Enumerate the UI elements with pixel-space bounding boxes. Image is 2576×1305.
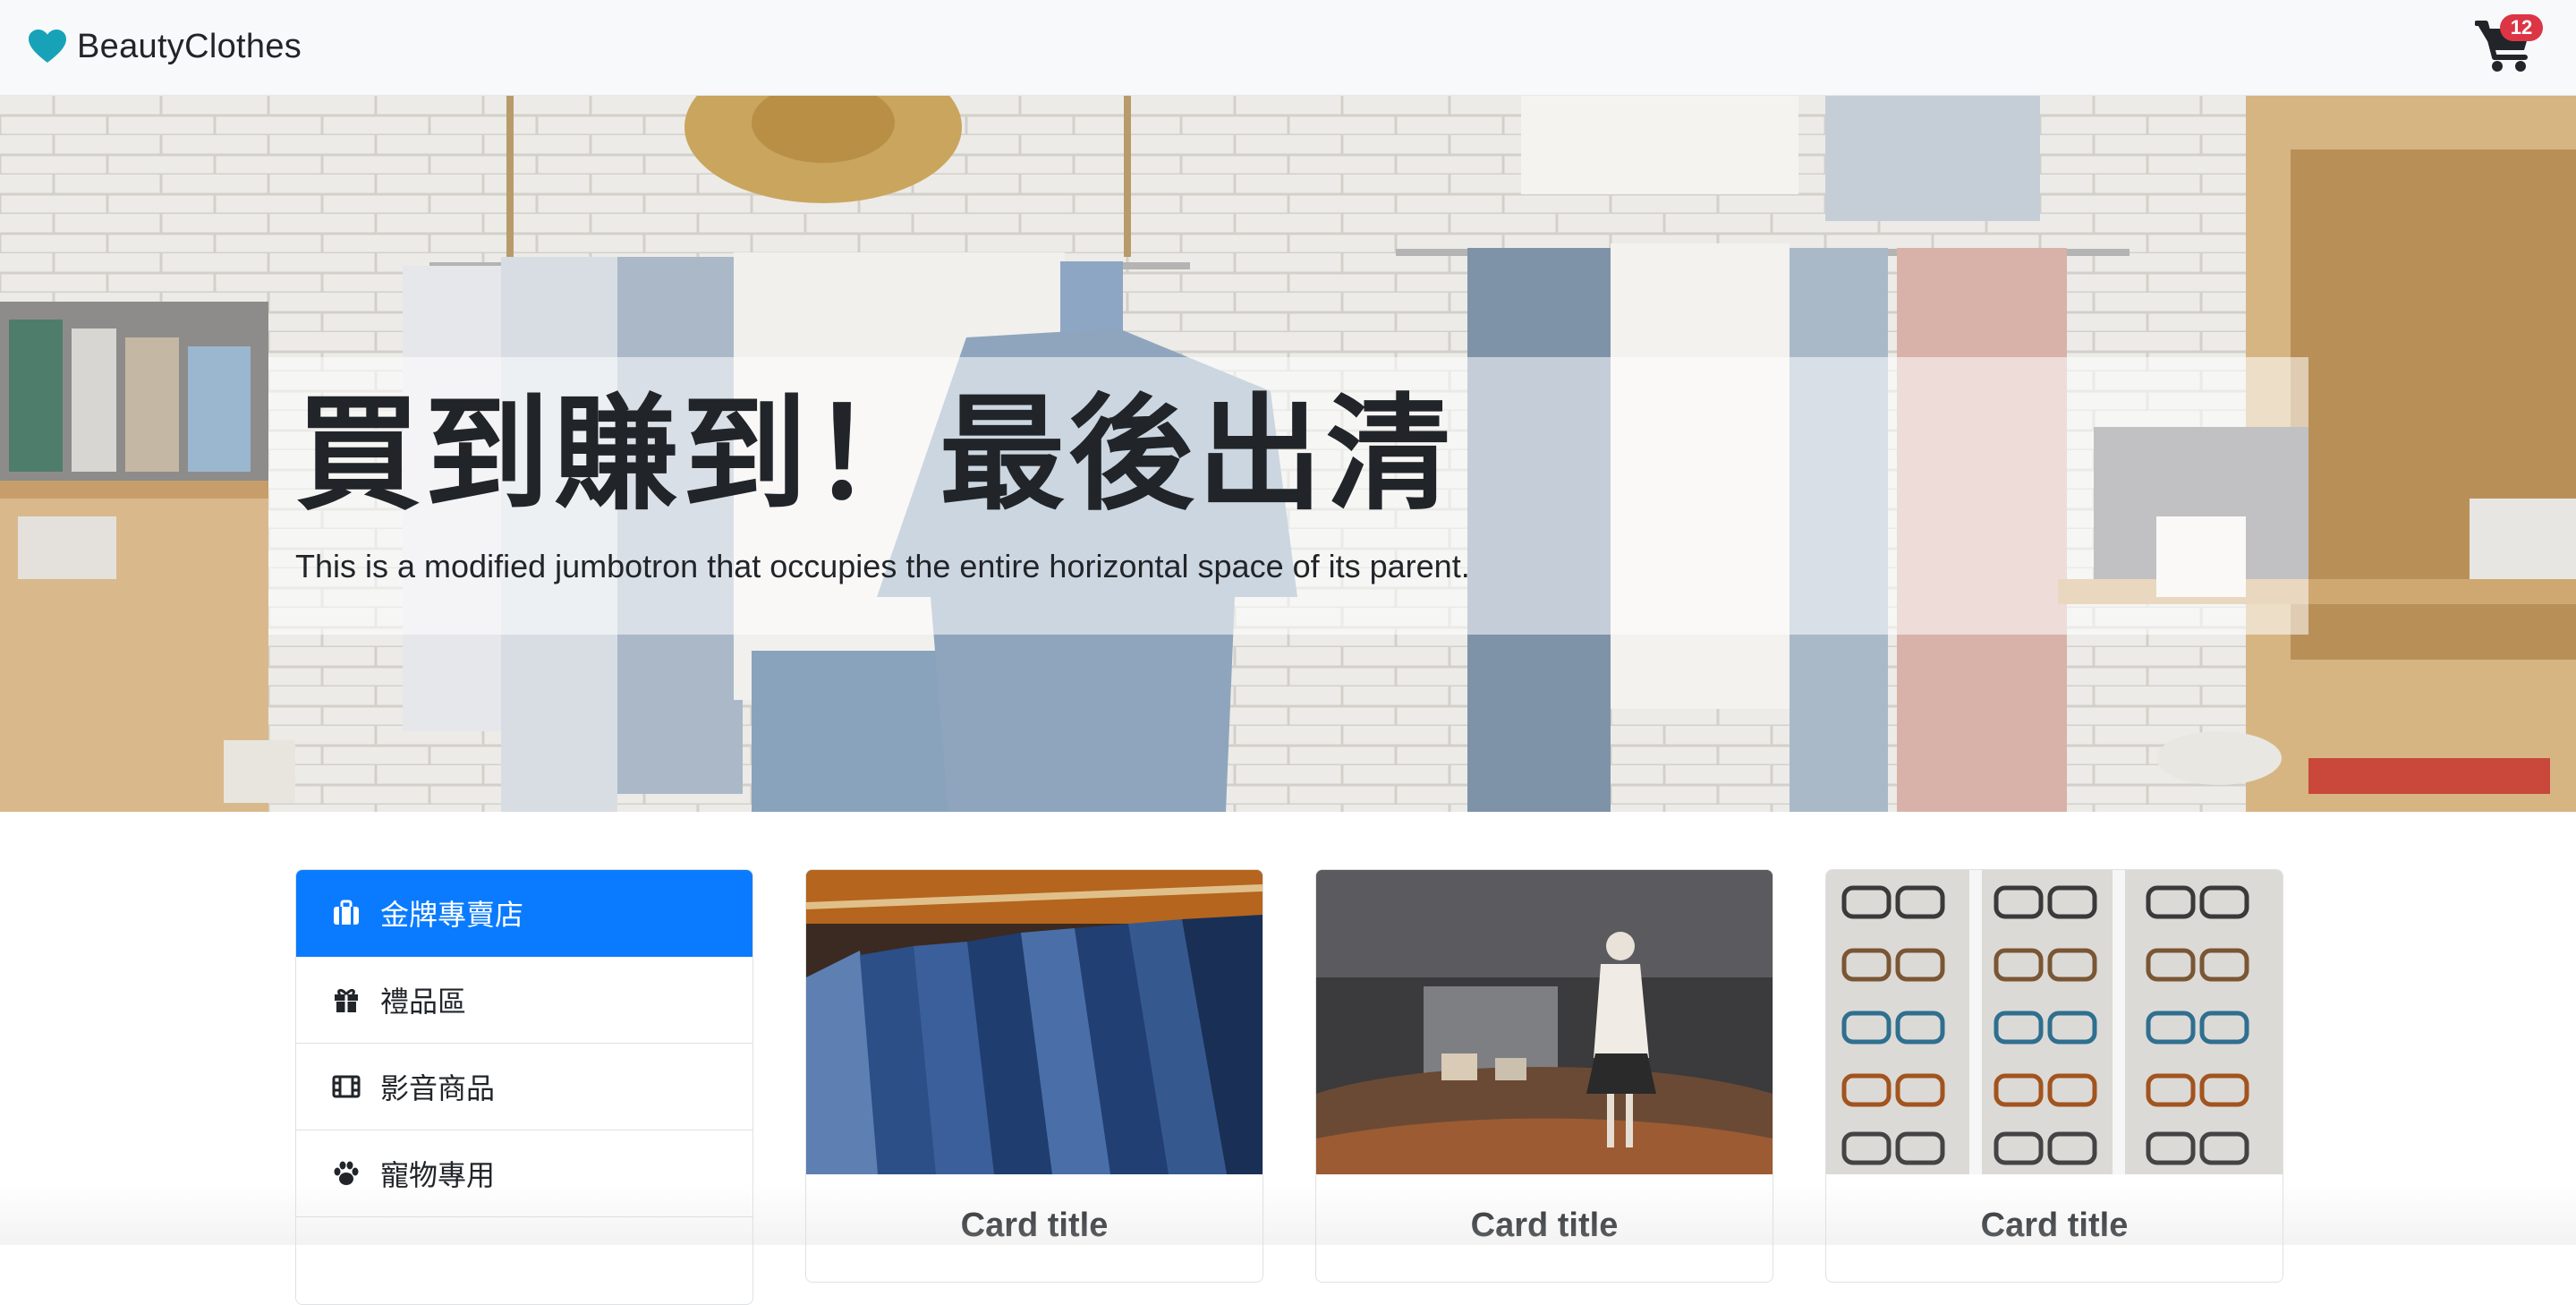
gift-icon [335, 988, 358, 1012]
film-icon [332, 1075, 361, 1098]
brand-link[interactable]: BeautyClothes [29, 25, 302, 68]
briefcase-icon [334, 900, 359, 925]
card-title: Card title [960, 1207, 1109, 1244]
category-item-pets[interactable]: 寵物專用 [296, 1130, 752, 1217]
category-label: 禮品區 [380, 985, 467, 1019]
cart-button[interactable]: 12 [2470, 13, 2552, 75]
navbar: BeautyClothes 12 [0, 0, 2576, 96]
store-window-mannequin-photo [1316, 870, 1773, 1174]
hero-banner: 買到賺到！最後出清 This is a modified jumbotron t… [0, 96, 2576, 812]
product-card[interactable]: Card title [805, 869, 1263, 1283]
category-item-more[interactable] [296, 1217, 752, 1304]
category-label: 影音商品 [380, 1071, 496, 1105]
brand-name: BeautyClothes [77, 27, 302, 65]
jumbotron: 買到賺到！最後出清 This is a modified jumbotron t… [268, 357, 2308, 635]
category-list: 金牌專賣店 禮品區 影音商品 寵物專用 [295, 869, 753, 1305]
heart-icon [29, 30, 66, 63]
card-title: Card title [1980, 1207, 2129, 1244]
paw-icon [334, 1161, 359, 1185]
hero-title: 買到賺到！最後出清 [295, 382, 1456, 528]
clothes-rack-photo [806, 870, 1262, 1174]
category-item-media[interactable]: 影音商品 [296, 1044, 752, 1130]
card-title: Card title [1470, 1207, 1619, 1244]
cart-count-badge: 12 [2500, 14, 2543, 41]
category-label: 寵物專用 [380, 1158, 496, 1192]
category-item-gifts[interactable]: 禮品區 [296, 957, 752, 1044]
product-card[interactable]: Card title [1825, 869, 2283, 1283]
category-item-gold-store[interactable]: 金牌專賣店 [296, 870, 752, 957]
hero-subtitle: This is a modified jumbotron that occupi… [295, 548, 1470, 584]
eyeglasses-display-photo [1826, 870, 2283, 1174]
product-card[interactable]: Card title [1315, 869, 1773, 1283]
category-label: 金牌專賣店 [380, 898, 524, 932]
